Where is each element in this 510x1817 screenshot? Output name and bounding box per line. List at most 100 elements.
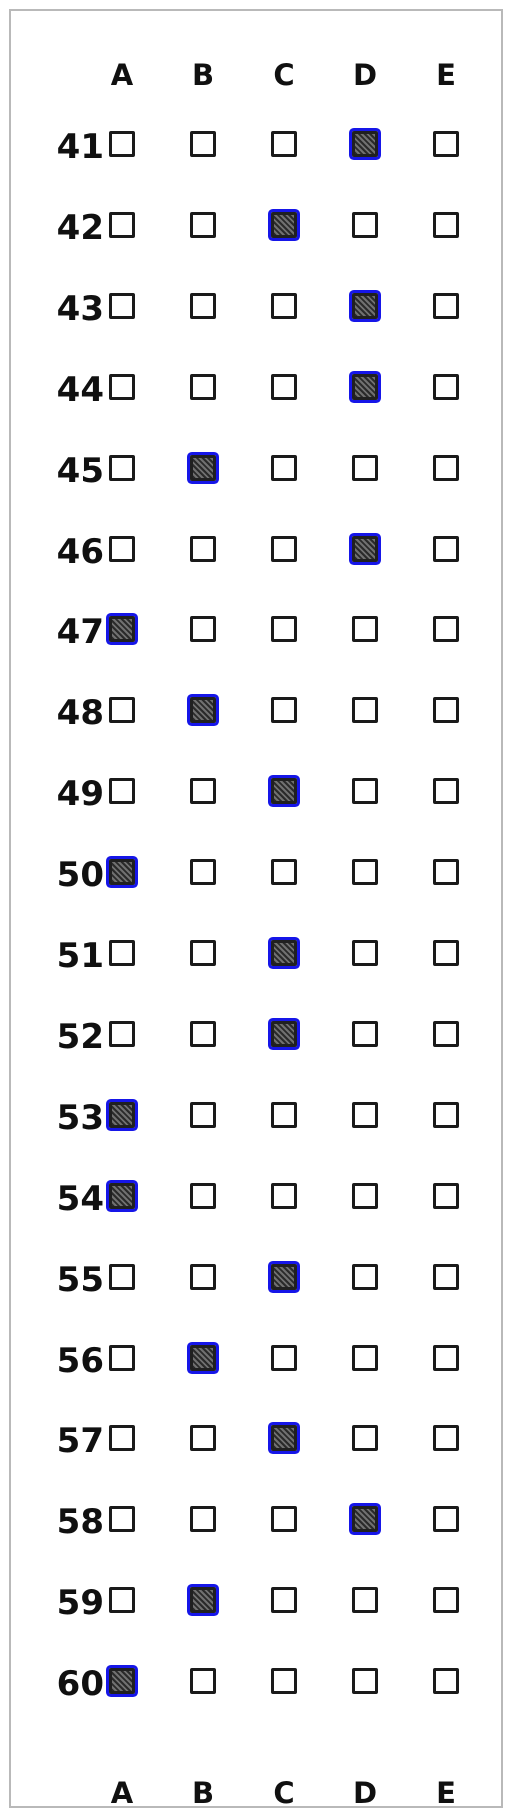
answer-box-c[interactable] — [271, 1587, 297, 1614]
answer-box-a[interactable] — [109, 1425, 135, 1452]
answer-box-a[interactable] — [109, 373, 135, 400]
answer-box-c-marked[interactable] — [271, 1020, 297, 1047]
answer-box-d[interactable] — [352, 1263, 378, 1290]
answer-box-c[interactable] — [271, 616, 297, 643]
answer-box-e[interactable] — [433, 454, 459, 481]
answer-box-e[interactable] — [433, 292, 459, 319]
answer-box-d[interactable] — [352, 1101, 378, 1128]
answer-box-d-marked[interactable] — [352, 292, 378, 319]
answer-box-b[interactable] — [190, 1101, 216, 1128]
answer-box-e[interactable] — [433, 373, 459, 400]
answer-box-c[interactable] — [271, 292, 297, 319]
answer-box-a[interactable] — [109, 697, 135, 724]
answer-box-d[interactable] — [352, 1182, 378, 1209]
answer-box-e[interactable] — [433, 778, 459, 805]
answer-box-c[interactable] — [271, 131, 297, 157]
answer-box-e[interactable] — [433, 859, 459, 886]
answer-box-e[interactable] — [433, 616, 459, 643]
answer-box-d[interactable] — [352, 211, 378, 238]
answer-box-e[interactable] — [433, 131, 459, 157]
answer-box-c[interactable] — [271, 454, 297, 481]
answer-box-b[interactable] — [190, 373, 216, 400]
answer-box-a[interactable] — [109, 1263, 135, 1290]
answer-box-c[interactable] — [271, 859, 297, 886]
answer-box-d[interactable] — [352, 1344, 378, 1371]
answer-box-d[interactable] — [352, 778, 378, 805]
answer-box-e[interactable] — [433, 535, 459, 562]
answer-box-b-marked[interactable] — [190, 1344, 216, 1371]
answer-box-e[interactable] — [433, 940, 459, 966]
answer-box-a-marked[interactable] — [109, 1182, 135, 1209]
answer-box-e[interactable] — [433, 1344, 459, 1371]
answer-box-b[interactable] — [190, 1263, 216, 1290]
answer-box-b[interactable] — [190, 1506, 216, 1533]
answer-box-b[interactable] — [190, 940, 216, 966]
answer-box-a-marked[interactable] — [109, 1668, 135, 1695]
answer-box-b[interactable] — [190, 1668, 216, 1695]
answer-box-b[interactable] — [190, 778, 216, 805]
answer-box-c[interactable] — [271, 1506, 297, 1533]
answer-box-a[interactable] — [109, 1506, 135, 1533]
answer-box-a[interactable] — [109, 292, 135, 319]
answer-box-d[interactable] — [352, 616, 378, 643]
answer-box-c[interactable] — [271, 373, 297, 400]
answer-box-a[interactable] — [109, 1020, 135, 1047]
answer-box-d[interactable] — [352, 697, 378, 724]
answer-box-b[interactable] — [190, 292, 216, 319]
answer-box-c[interactable] — [271, 1668, 297, 1695]
answer-box-d[interactable] — [352, 454, 378, 481]
answer-box-d[interactable] — [352, 940, 378, 966]
answer-box-e[interactable] — [433, 1425, 459, 1452]
answer-box-d-marked[interactable] — [352, 1506, 378, 1533]
answer-box-b-marked[interactable] — [190, 697, 216, 724]
answer-box-a-marked[interactable] — [109, 1101, 135, 1128]
answer-box-a[interactable] — [109, 1587, 135, 1614]
answer-box-c-marked[interactable] — [271, 778, 297, 805]
answer-box-a[interactable] — [109, 454, 135, 481]
answer-box-c-marked[interactable] — [271, 1425, 297, 1452]
answer-box-b[interactable] — [190, 859, 216, 886]
answer-box-a-marked[interactable] — [109, 616, 135, 643]
answer-box-d-marked[interactable] — [352, 373, 378, 400]
answer-box-d[interactable] — [352, 1425, 378, 1452]
answer-box-a[interactable] — [109, 535, 135, 562]
answer-box-e[interactable] — [433, 697, 459, 724]
answer-box-b[interactable] — [190, 131, 216, 157]
answer-box-e[interactable] — [433, 1263, 459, 1290]
answer-box-c-marked[interactable] — [271, 211, 297, 238]
answer-box-d[interactable] — [352, 1020, 378, 1047]
answer-box-c[interactable] — [271, 535, 297, 562]
answer-box-e[interactable] — [433, 1101, 459, 1128]
answer-box-c[interactable] — [271, 1101, 297, 1128]
answer-box-c[interactable] — [271, 697, 297, 724]
answer-box-b[interactable] — [190, 1182, 216, 1209]
answer-box-c[interactable] — [271, 1182, 297, 1209]
answer-box-a[interactable] — [109, 1344, 135, 1371]
answer-box-b[interactable] — [190, 1020, 216, 1047]
answer-box-c[interactable] — [271, 1344, 297, 1371]
answer-box-e[interactable] — [433, 1668, 459, 1695]
answer-box-a[interactable] — [109, 131, 135, 157]
answer-box-c-marked[interactable] — [271, 940, 297, 966]
answer-box-a-marked[interactable] — [109, 859, 135, 886]
answer-box-d[interactable] — [352, 1668, 378, 1695]
answer-box-b[interactable] — [190, 535, 216, 562]
answer-box-d[interactable] — [352, 859, 378, 886]
answer-box-c-marked[interactable] — [271, 1263, 297, 1290]
answer-box-d-marked[interactable] — [352, 131, 378, 157]
answer-box-e[interactable] — [433, 1020, 459, 1047]
answer-box-b[interactable] — [190, 616, 216, 643]
answer-box-b-marked[interactable] — [190, 454, 216, 481]
answer-box-b[interactable] — [190, 1425, 216, 1452]
answer-box-b-marked[interactable] — [190, 1587, 216, 1614]
answer-box-e[interactable] — [433, 1506, 459, 1533]
answer-box-b[interactable] — [190, 211, 216, 238]
answer-box-a[interactable] — [109, 940, 135, 966]
answer-box-e[interactable] — [433, 211, 459, 238]
answer-box-a[interactable] — [109, 211, 135, 238]
answer-box-e[interactable] — [433, 1587, 459, 1614]
answer-box-e[interactable] — [433, 1182, 459, 1209]
answer-box-d-marked[interactable] — [352, 535, 378, 562]
answer-box-d[interactable] — [352, 1587, 378, 1614]
answer-box-a[interactable] — [109, 778, 135, 805]
